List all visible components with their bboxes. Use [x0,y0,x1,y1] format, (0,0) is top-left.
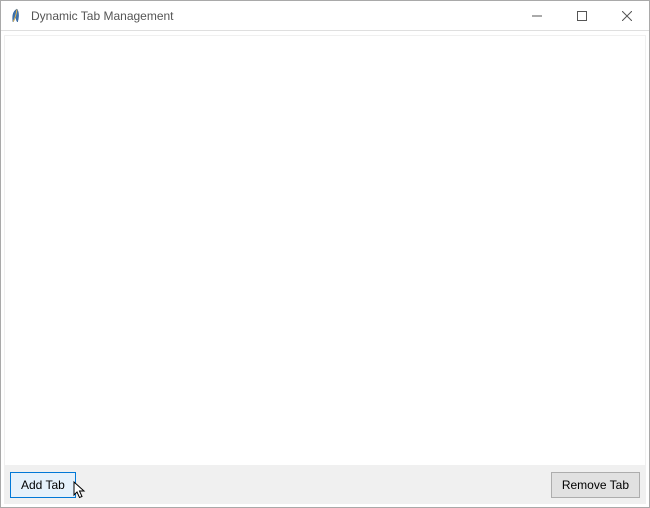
window-title: Dynamic Tab Management [31,9,174,23]
feather-icon [9,8,25,24]
notebook-area [4,35,646,466]
add-tab-button[interactable]: Add Tab [10,472,76,498]
titlebar: Dynamic Tab Management [1,1,649,31]
button-bar: Add Tab Remove Tab [4,466,646,504]
remove-tab-button[interactable]: Remove Tab [551,472,640,498]
window-controls [514,1,649,30]
app-window: Dynamic Tab Management Add Tab Remove Ta… [0,0,650,508]
close-button[interactable] [604,1,649,30]
maximize-button[interactable] [559,1,604,30]
minimize-button[interactable] [514,1,559,30]
